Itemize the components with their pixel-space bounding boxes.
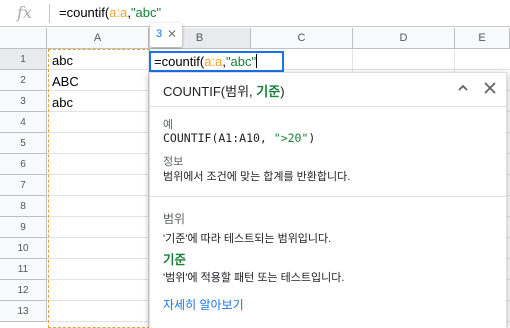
row-header-3[interactable]: 3 bbox=[0, 91, 47, 112]
example-label: 예 bbox=[163, 119, 174, 131]
arg1-name: 범위 bbox=[163, 212, 186, 226]
row-header-7[interactable]: 7 bbox=[0, 175, 47, 196]
example-suffix: ) bbox=[308, 131, 316, 145]
row-header-10[interactable]: 10 bbox=[0, 238, 47, 259]
formula-range-ref: a:a bbox=[109, 5, 128, 20]
close-icon[interactable]: ✕ bbox=[167, 27, 177, 41]
arg1-description: '기준'에 따라 테스트되는 범위입니다. bbox=[163, 233, 332, 245]
row-header-6[interactable]: 6 bbox=[0, 154, 47, 175]
row-header-5[interactable]: 5 bbox=[0, 133, 47, 154]
row-header-12[interactable]: 12 bbox=[0, 280, 47, 301]
arg2-description: '범위'에 적용할 패턴 또는 테스트입니다. bbox=[163, 272, 345, 284]
info-text: 범위에서 조건에 맞는 합계를 반환합니다. bbox=[163, 171, 351, 183]
info-label: 정보 bbox=[163, 156, 184, 168]
range-count-badge: 3 ✕ bbox=[150, 23, 182, 47]
row-header-13[interactable]: 13 bbox=[0, 301, 47, 322]
editor-criterion: "abc" bbox=[225, 54, 257, 69]
formula-criterion: "abc" bbox=[130, 5, 162, 20]
formula-prefix: =countif( bbox=[59, 5, 110, 20]
row-header-4[interactable]: 4 bbox=[0, 112, 47, 133]
signature-arg2-current: 기준 bbox=[256, 84, 281, 99]
row-header-11[interactable]: 11 bbox=[0, 259, 47, 280]
formula-bar: fx =countif(a:a,"abc" bbox=[0, 0, 510, 27]
row-header-1[interactable]: 1 bbox=[0, 49, 47, 70]
example-code: COUNTIF(A1:A10, ">20") bbox=[163, 131, 315, 145]
row-header-9[interactable]: 9 bbox=[0, 217, 47, 238]
cell-editor-text: =countif(a:a,"abc" bbox=[154, 54, 258, 70]
example-prefix: COUNTIF(A1:A10, bbox=[163, 131, 274, 145]
function-name: COUNTIF( bbox=[163, 84, 226, 99]
editor-prefix: =countif( bbox=[154, 54, 205, 69]
editor-range-ref: a:a bbox=[204, 54, 223, 69]
fx-icon: fx bbox=[17, 3, 32, 22]
signature-close-paren: ) bbox=[280, 84, 285, 99]
row-header-8[interactable]: 8 bbox=[0, 196, 47, 217]
column-header-a[interactable]: A bbox=[47, 28, 149, 49]
learn-more-link[interactable]: 자세히 알아보기 bbox=[163, 296, 244, 313]
formula-bar-divider bbox=[49, 4, 50, 23]
function-signature: COUNTIF(범위, 기준) bbox=[163, 81, 285, 100]
cell-editor-b1[interactable]: =countif(a:a,"abc" bbox=[149, 51, 284, 72]
text-cursor bbox=[256, 54, 258, 68]
column-header-d[interactable]: D bbox=[353, 28, 455, 49]
chevron-up-icon[interactable] bbox=[456, 81, 470, 95]
select-all-corner[interactable] bbox=[0, 28, 47, 49]
row-header-2[interactable]: 2 bbox=[0, 70, 47, 91]
range-highlight-a bbox=[48, 49, 150, 328]
help-header: COUNTIF(범위, 기준) bbox=[150, 73, 508, 107]
column-header-e[interactable]: E bbox=[455, 28, 510, 49]
range-count: 3 bbox=[156, 28, 163, 40]
help-divider bbox=[150, 196, 508, 197]
function-help-popup: COUNTIF(범위, 기준) 예 COUNTIF(A1:A10, ">20")… bbox=[149, 72, 508, 328]
example-string: ">20" bbox=[273, 131, 309, 145]
arg2-name: 기준 bbox=[163, 253, 187, 267]
close-icon[interactable] bbox=[482, 80, 498, 96]
signature-arg1: 범위 bbox=[225, 84, 250, 99]
formula-input[interactable]: =countif(a:a,"abc" bbox=[59, 5, 161, 20]
column-header-c[interactable]: C bbox=[251, 28, 353, 49]
